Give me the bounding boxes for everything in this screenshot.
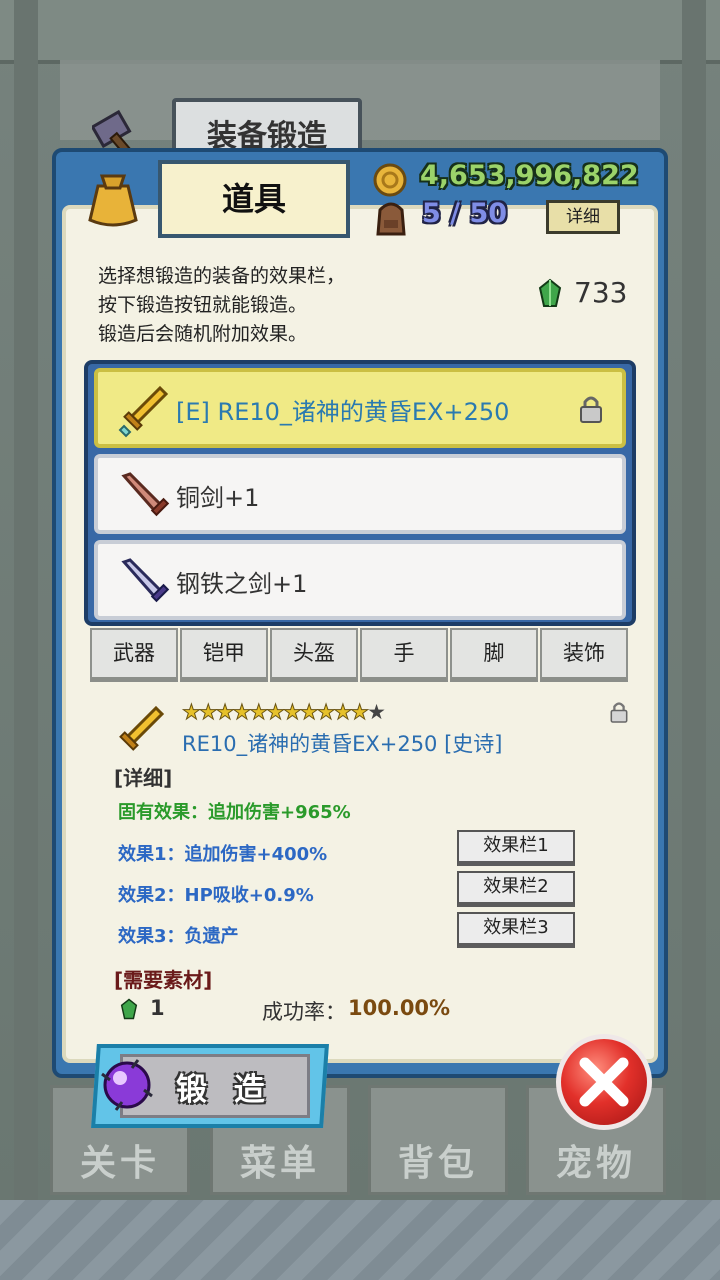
lock-icon[interactable] — [609, 700, 629, 724]
gem-count: 733 — [574, 276, 628, 309]
green-gem-icon — [538, 278, 562, 307]
effect-slot-1-button[interactable]: 效果栏1 — [457, 830, 575, 866]
green-gem-icon — [120, 998, 138, 1020]
nav-menu-label: 菜单 — [239, 1143, 320, 1184]
golden-sword-icon — [119, 705, 165, 751]
effect-2: 效果2：HP吸收+0.9% — [118, 885, 314, 906]
equipment-detail-name: RE10_诸神的黄昏EX+250 [史诗] — [182, 732, 503, 756]
close-icon — [579, 1057, 629, 1107]
category-tabs: 武器 铠甲 头盔 手 脚 装饰 — [90, 628, 630, 684]
magic-orb-icon — [101, 1059, 153, 1111]
backpack-icon — [376, 202, 406, 236]
background-pillar — [14, 0, 38, 1200]
items-tab-label: 道具 — [221, 180, 286, 218]
lock-icon[interactable] — [578, 394, 604, 424]
golden-sword-icon — [118, 385, 169, 438]
equipment-item-name: 铜剑+1 — [176, 484, 260, 512]
tab-armor[interactable]: 铠甲 — [180, 628, 268, 682]
star-filled-icon: ★ — [350, 700, 370, 725]
star-filled-icon: ★ — [299, 700, 319, 725]
gold-coin-icon — [373, 163, 407, 197]
equipment-item-name: [E] RE10_诸神的黄昏EX+250 — [176, 398, 510, 426]
star-filled-icon: ★ — [198, 700, 218, 725]
material-quantity: 1 — [150, 996, 165, 1020]
star-filled-icon: ★ — [266, 700, 286, 725]
item-bag-icon — [88, 174, 138, 227]
copper-sword-icon — [121, 472, 170, 517]
tab-foot[interactable]: 脚 — [450, 628, 538, 682]
gold-amount: 4,653,996,822 — [420, 160, 639, 191]
tab-accessory[interactable]: 装饰 — [540, 628, 628, 682]
instruction-line: 锻造后会随机附加效果。 — [98, 323, 308, 345]
star-filled-icon: ★ — [316, 700, 336, 725]
background-floor — [0, 1200, 720, 1280]
effect-slot-3-button[interactable]: 效果栏3 — [457, 912, 575, 948]
effect-slot-2-button[interactable]: 效果栏2 — [457, 871, 575, 907]
tab-weapon[interactable]: 武器 — [90, 628, 178, 682]
success-rate-value: 100.00% — [348, 996, 451, 1020]
tab-hand[interactable]: 手 — [360, 628, 448, 682]
forge-button-label: 锻 造 — [176, 1072, 273, 1108]
background-wall — [0, 0, 720, 64]
instruction-line: 选择想锻造的装备的效果栏， — [98, 265, 346, 287]
tab-helmet[interactable]: 头盔 — [270, 628, 358, 682]
effect-1: 效果1：追加伤害+400% — [118, 844, 328, 865]
nav-pet-label: 宠物 — [555, 1143, 636, 1184]
effect-3: 效果3：负遗产 — [118, 926, 239, 947]
background-pillar — [682, 0, 706, 1200]
star-filled-icon: ★ — [182, 700, 202, 725]
nav-bag-button[interactable]: 背包 — [368, 1085, 508, 1195]
star-filled-icon: ★ — [333, 700, 353, 725]
instruction-line: 按下锻造按钮就能锻造。 — [98, 294, 308, 316]
star-empty-icon: ★ — [367, 700, 386, 724]
close-button[interactable] — [556, 1034, 652, 1130]
instructions-text: 选择想锻造的装备的效果栏， 按下锻造按钮就能锻造。 锻造后会随机附加效果。 — [98, 262, 518, 349]
items-tab[interactable]: 道具 — [158, 160, 350, 238]
materials-title: [需要素材] — [114, 968, 213, 992]
success-rate-label: 成功率： — [262, 1000, 346, 1024]
star-filled-icon: ★ — [232, 700, 252, 725]
star-filled-icon: ★ — [249, 700, 269, 725]
star-filled-icon: ★ — [282, 700, 302, 725]
inherent-effect: 固有效果：追加伤害+965% — [118, 802, 351, 823]
star-filled-icon: ★ — [215, 700, 235, 725]
equipment-item-name: 钢铁之剑+1 — [176, 570, 308, 598]
equipment-item[interactable]: 钢铁之剑+1 — [94, 540, 626, 620]
nav-bag-label: 背包 — [397, 1143, 478, 1184]
detail-button[interactable]: 详细 — [546, 200, 620, 234]
equipment-item-selected[interactable]: [E] RE10_诸神的黄昏EX+250 — [94, 368, 626, 448]
inventory-count: 5 / 50 — [422, 198, 508, 229]
star-rating: ★★★★★★★★★★★★ — [182, 700, 386, 725]
detail-section-title: [详细] — [114, 766, 173, 790]
nav-stage-label: 关卡 — [79, 1143, 160, 1184]
equipment-item[interactable]: 铜剑+1 — [94, 454, 626, 534]
steel-sword-icon — [121, 558, 170, 603]
